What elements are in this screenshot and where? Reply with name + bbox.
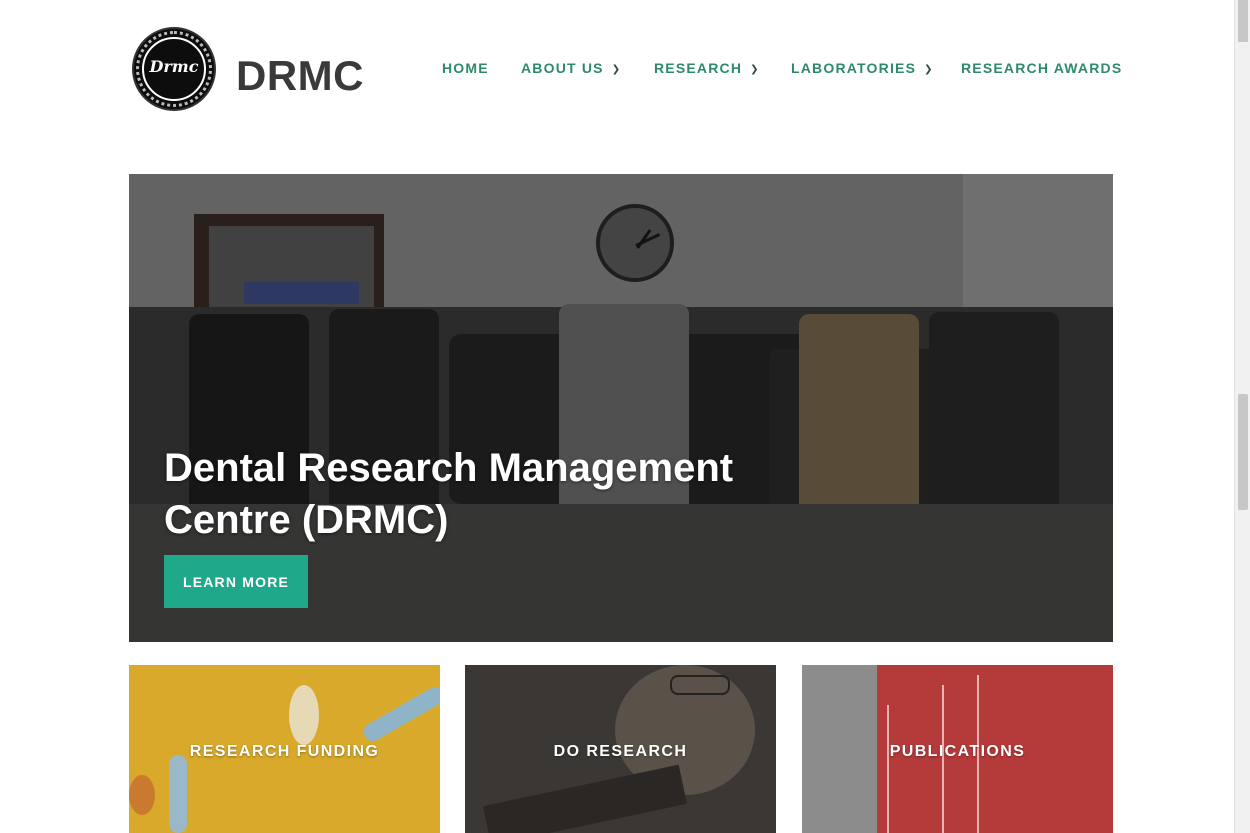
balloon-decoration (129, 775, 155, 815)
scrollbar-top-segment (1238, 0, 1248, 42)
card-label: PUBLICATIONS (889, 743, 1026, 760)
site-header: Drmc DRMC HOME ABOUT US ❯ RESEARCH ❯ LABOR… (0, 0, 1234, 140)
nav-item-home[interactable]: HOME (442, 60, 489, 76)
learn-more-button[interactable]: LEARN MORE (164, 555, 308, 608)
site-logo[interactable]: Drmc (132, 27, 216, 111)
nav-item-laboratories[interactable]: LABORATORIES ❯ (791, 60, 934, 76)
card-publications[interactable]: PUBLICATIONS (802, 665, 1113, 833)
logo-mark: Drmc (149, 57, 199, 76)
glasses-icon (670, 675, 730, 695)
string-decoration (887, 705, 889, 833)
nav-item-label: RESEARCH (654, 60, 743, 76)
card-label: RESEARCH FUNDING (189, 743, 380, 760)
lightbulb-icon (289, 685, 319, 745)
card-do-research[interactable]: DO RESEARCH (465, 665, 776, 833)
nav-item-research[interactable]: RESEARCH ❯ (654, 60, 760, 76)
bowling-pin-decoration (169, 755, 187, 833)
page: Drmc DRMC HOME ABOUT US ❯ RESEARCH ❯ LABOR… (0, 0, 1250, 833)
instrument-decoration (483, 764, 687, 833)
lamp-decoration (360, 683, 440, 745)
nav-item-label: LABORATORIES (791, 60, 917, 76)
chevron-down-icon: ❯ (611, 64, 622, 75)
nav-item-label: ABOUT US (521, 60, 604, 76)
site-title[interactable]: DRMC (236, 52, 364, 100)
vertical-scrollbar[interactable] (1234, 0, 1250, 833)
nav-item-about-us[interactable]: ABOUT US ❯ (521, 60, 621, 76)
nav-item-label: RESEARCH AWARDS (961, 60, 1123, 76)
scrollbar-thumb[interactable] (1238, 394, 1248, 510)
chevron-down-icon: ❯ (924, 64, 934, 75)
card-research-funding[interactable]: RESEARCH FUNDING (129, 665, 440, 833)
card-label: DO RESEARCH (553, 743, 688, 760)
hero-title: Dental Research Management Centre (DRMC) (164, 446, 734, 542)
chevron-down-icon: ❯ (750, 64, 760, 75)
nav-item-label: HOME (442, 60, 489, 76)
nav-item-research-awards[interactable]: RESEARCH AWARDS (961, 60, 1122, 76)
